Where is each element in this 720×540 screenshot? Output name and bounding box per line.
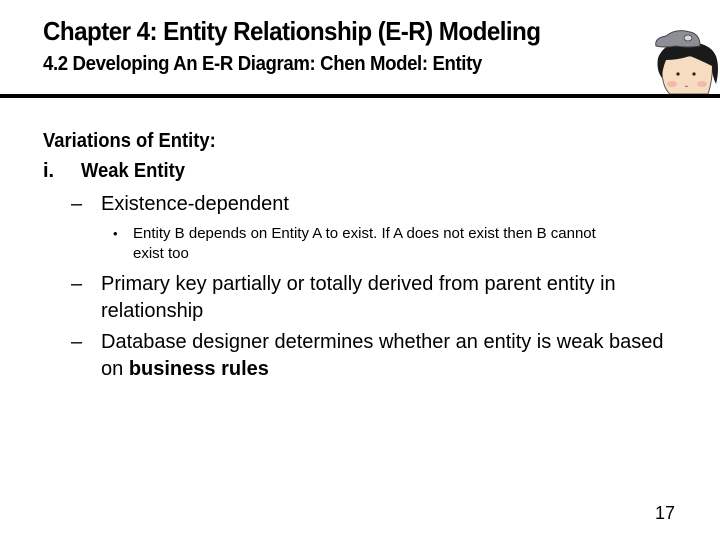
item-label: Weak Entity: [81, 160, 185, 182]
dash-marker: –: [71, 273, 83, 295]
point-text-line2: on business rules: [101, 358, 269, 381]
point-text-prefix: on: [101, 358, 129, 380]
subpoint-text-line2: exist too: [133, 245, 189, 262]
mascot-icon: [650, 26, 720, 95]
point-text: Existence-dependent: [101, 193, 289, 215]
item-number: i.: [43, 160, 55, 182]
title-divider: [0, 94, 720, 98]
bullet-marker: •: [113, 226, 118, 241]
subpoint-text-line1: Entity B depends on Entity A to exist. I…: [133, 225, 596, 242]
section-heading: Variations of Entity:: [43, 130, 216, 152]
point-text-line2: relationship: [101, 300, 204, 322]
slide-subtitle: 4.2 Developing An E-R Diagram: Chen Mode…: [43, 53, 482, 75]
dash-marker: –: [71, 193, 83, 215]
slide-title: Chapter 4: Entity Relationship (E-R) Mod…: [43, 16, 541, 46]
point-text-line1: Primary key partially or totally derived…: [101, 273, 616, 295]
business-rules-emphasis: business rules: [128, 358, 269, 380]
point-text-line1: Database designer determines whether an …: [101, 331, 664, 353]
dash-marker: –: [71, 331, 83, 353]
page-number: 17: [655, 503, 676, 523]
